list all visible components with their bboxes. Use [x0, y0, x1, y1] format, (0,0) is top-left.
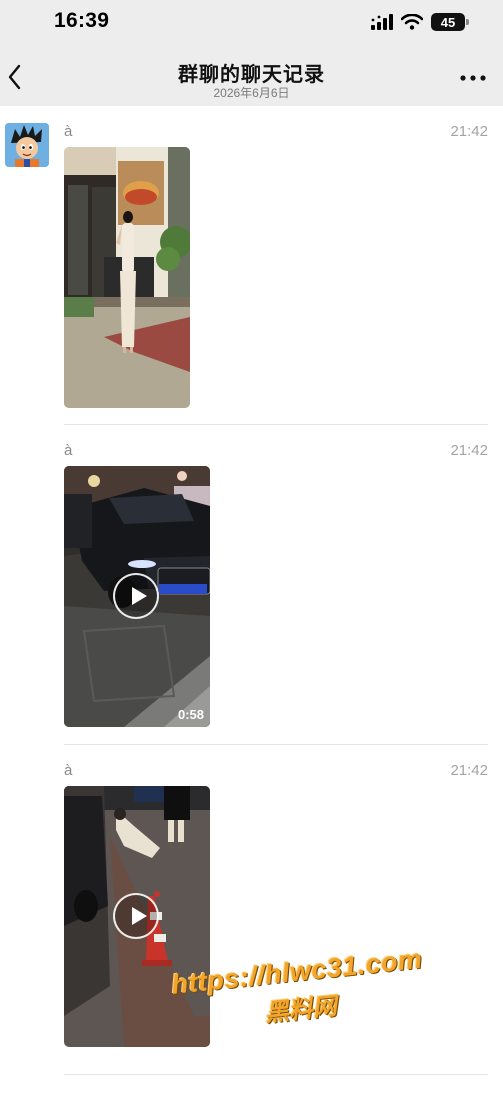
page-title: 群聊的聊天记录 — [178, 64, 325, 86]
message-divider — [64, 744, 488, 745]
photo-thumbnail — [64, 147, 190, 408]
video-duration: 0:58 — [177, 707, 204, 722]
message-time: 21:42 — [450, 762, 488, 779]
sender-name: à — [64, 442, 73, 459]
avatar[interactable] — [5, 123, 49, 167]
nav-bar: 群聊的聊天记录 2026年6月6日 — [0, 44, 503, 106]
video-message[interactable]: 0:58 — [64, 466, 210, 727]
signal-icon — [371, 14, 393, 30]
sender-name: à — [64, 123, 73, 140]
status-icons: 45 — [371, 11, 469, 33]
message-divider — [64, 424, 488, 425]
message-divider — [64, 1074, 488, 1075]
wifi-icon — [401, 14, 423, 30]
battery-level: 45 — [440, 14, 456, 30]
message-time: 21:42 — [450, 442, 488, 459]
status-time: 16:39 — [54, 9, 110, 32]
play-icon[interactable] — [113, 573, 159, 619]
more-dots-icon[interactable] — [459, 74, 487, 82]
image-message[interactable] — [64, 147, 190, 408]
page-subtitle: 2026年6月6日 — [213, 86, 290, 100]
battery-icon: 45 — [431, 13, 469, 31]
status-bar: 16:39 45 — [0, 0, 503, 44]
sender-name: à — [64, 762, 73, 779]
play-icon[interactable] — [113, 893, 159, 939]
chat-history-list: à 21:42 à 21:42 0:58 à 21:42 — [0, 106, 503, 1109]
message-time: 21:42 — [450, 123, 488, 140]
